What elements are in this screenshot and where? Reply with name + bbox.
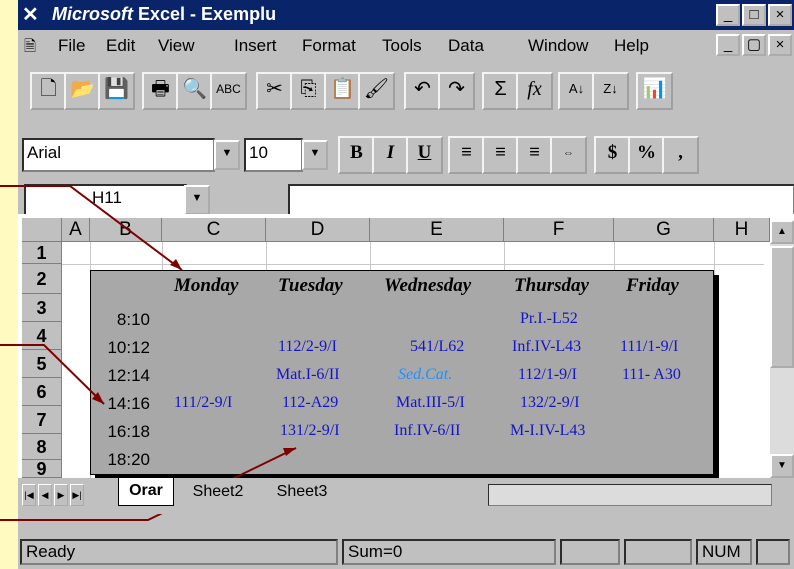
status-indicator xyxy=(756,539,790,565)
last-sheet-icon[interactable]: ▶| xyxy=(70,484,84,506)
scroll-up-icon[interactable]: ▲ xyxy=(770,220,794,244)
status-ready: Ready xyxy=(20,539,338,565)
arrowhead xyxy=(283,448,296,456)
scroll-thumb[interactable] xyxy=(770,246,794,368)
next-sheet-icon[interactable]: ▶ xyxy=(54,484,68,506)
prev-sheet-icon[interactable]: ◀ xyxy=(38,484,52,506)
first-sheet-icon[interactable]: |◀ xyxy=(22,484,36,506)
status-indicator xyxy=(560,539,620,565)
arrow-to-days xyxy=(0,185,183,271)
arrowhead xyxy=(170,259,182,270)
sheet-tab-sheet3[interactable]: Sheet3 xyxy=(262,480,342,504)
status-indicator xyxy=(624,539,692,565)
status-sum: Sum=0 xyxy=(342,539,556,565)
arrow-to-times xyxy=(0,344,105,405)
vertical-scrollbar[interactable]: ▲ ▼ xyxy=(770,220,794,478)
status-num: NUM xyxy=(696,539,752,565)
sheet-tab-orar[interactable]: Orar xyxy=(118,478,174,506)
sheet-tab-bar: |◀ ◀ ▶ ▶| Orar Sheet2 Sheet3 xyxy=(18,478,794,514)
horizontal-scrollbar[interactable] xyxy=(488,484,772,506)
sheet-tab-sheet2[interactable]: Sheet2 xyxy=(178,480,258,504)
scroll-down-icon[interactable]: ▼ xyxy=(770,454,794,478)
status-bar: Ready Sum=0 NUM xyxy=(18,536,794,569)
